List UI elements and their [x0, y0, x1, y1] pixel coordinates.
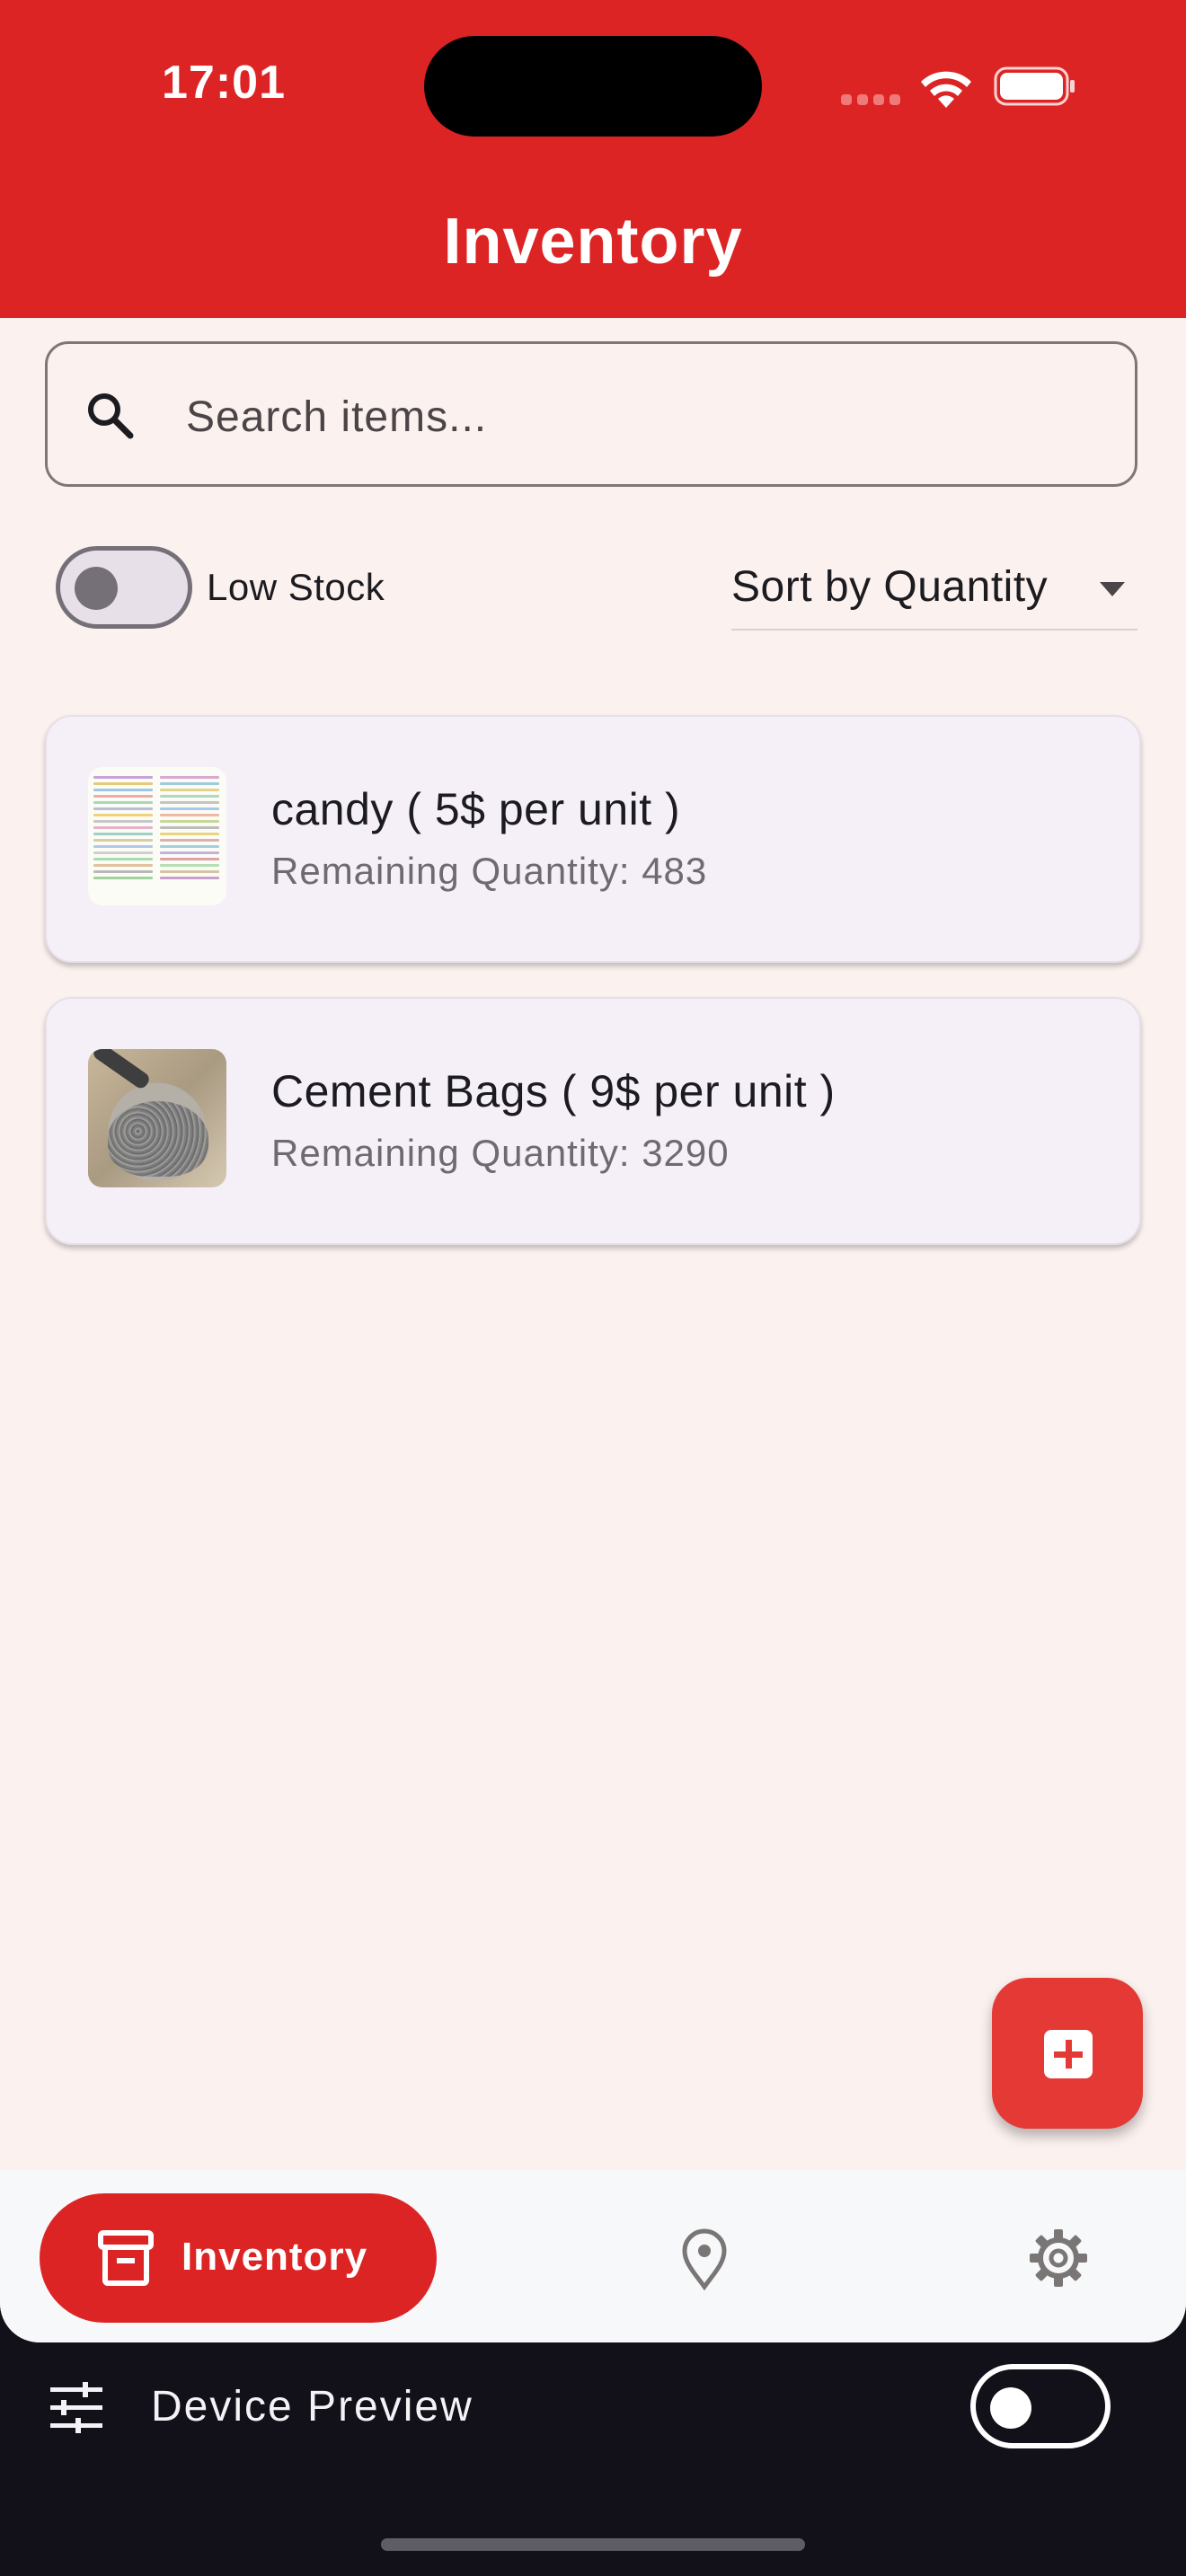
item-title: Cement Bags ( 9$ per unit ) [271, 1066, 836, 1116]
add-item-button[interactable] [992, 1978, 1143, 2129]
status-time: 17:01 [162, 57, 286, 109]
search-input[interactable] [184, 380, 1086, 454]
battery-icon [994, 66, 1075, 106]
sort-dropdown[interactable]: Sort by Quantity [731, 553, 1137, 631]
page-title: Inventory [443, 206, 743, 278]
inventory-item-card[interactable]: Cement Bags ( 9$ per unit ) Remaining Qu… [45, 997, 1141, 1245]
inventory-item-card[interactable]: candy ( 5$ per unit ) Remaining Quantity… [45, 715, 1141, 963]
item-title: candy ( 5$ per unit ) [271, 784, 681, 834]
search-field[interactable] [45, 341, 1137, 487]
nav-item-label: Inventory [181, 2235, 368, 2279]
device-preview-label: Device Preview [151, 2383, 474, 2430]
cement-bag-image [88, 1049, 226, 1187]
bottom-navigation: Inventory [0, 2170, 1186, 2342]
location-pin-icon[interactable] [676, 2226, 733, 2290]
item-quantity: Remaining Quantity: 3290 [271, 1132, 730, 1174]
nav-item-inventory[interactable]: Inventory [40, 2193, 437, 2323]
add-box-icon [1044, 2030, 1093, 2078]
candy-image [88, 767, 226, 905]
tune-icon[interactable] [49, 2382, 104, 2434]
dropdown-arrow-icon [1100, 582, 1125, 596]
archive-box-icon [98, 2230, 154, 2286]
item-quantity: Remaining Quantity: 483 [271, 850, 708, 892]
cellular-signal-icon [841, 93, 906, 110]
sort-dropdown-label: Sort by Quantity [731, 563, 1049, 611]
dynamic-island [424, 36, 762, 137]
home-indicator[interactable] [381, 2538, 805, 2551]
toggle-knob [75, 567, 118, 610]
device-preview-toggle[interactable] [970, 2364, 1111, 2448]
search-icon [88, 393, 134, 439]
gear-icon[interactable] [1028, 2228, 1089, 2289]
app-screen: 17:01 Inventory Low Stock Sort by Quanti… [0, 0, 1186, 2342]
low-stock-toggle[interactable] [56, 546, 192, 629]
low-stock-label: Low Stock [207, 566, 385, 608]
toggle-knob [990, 2387, 1031, 2429]
wifi-icon [921, 71, 971, 108]
